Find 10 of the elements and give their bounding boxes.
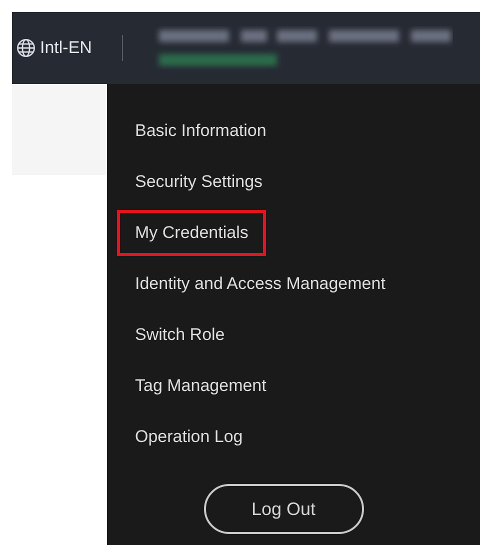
menu-item[interactable]: Security Settings	[117, 159, 281, 205]
language-selector[interactable]: Intl-EN	[12, 38, 92, 58]
menu-item[interactable]: Identity and Access Management	[117, 261, 404, 307]
menu-item[interactable]: Operation Log	[117, 414, 261, 460]
menu-item[interactable]: Switch Role	[117, 312, 243, 358]
menu-item[interactable]: Basic Information	[117, 108, 284, 154]
globe-icon	[16, 38, 36, 58]
menu-item[interactable]: Tag Management	[117, 363, 284, 409]
logout-button[interactable]: Log Out	[204, 484, 364, 534]
menu-item[interactable]: My Credentials	[117, 210, 266, 256]
